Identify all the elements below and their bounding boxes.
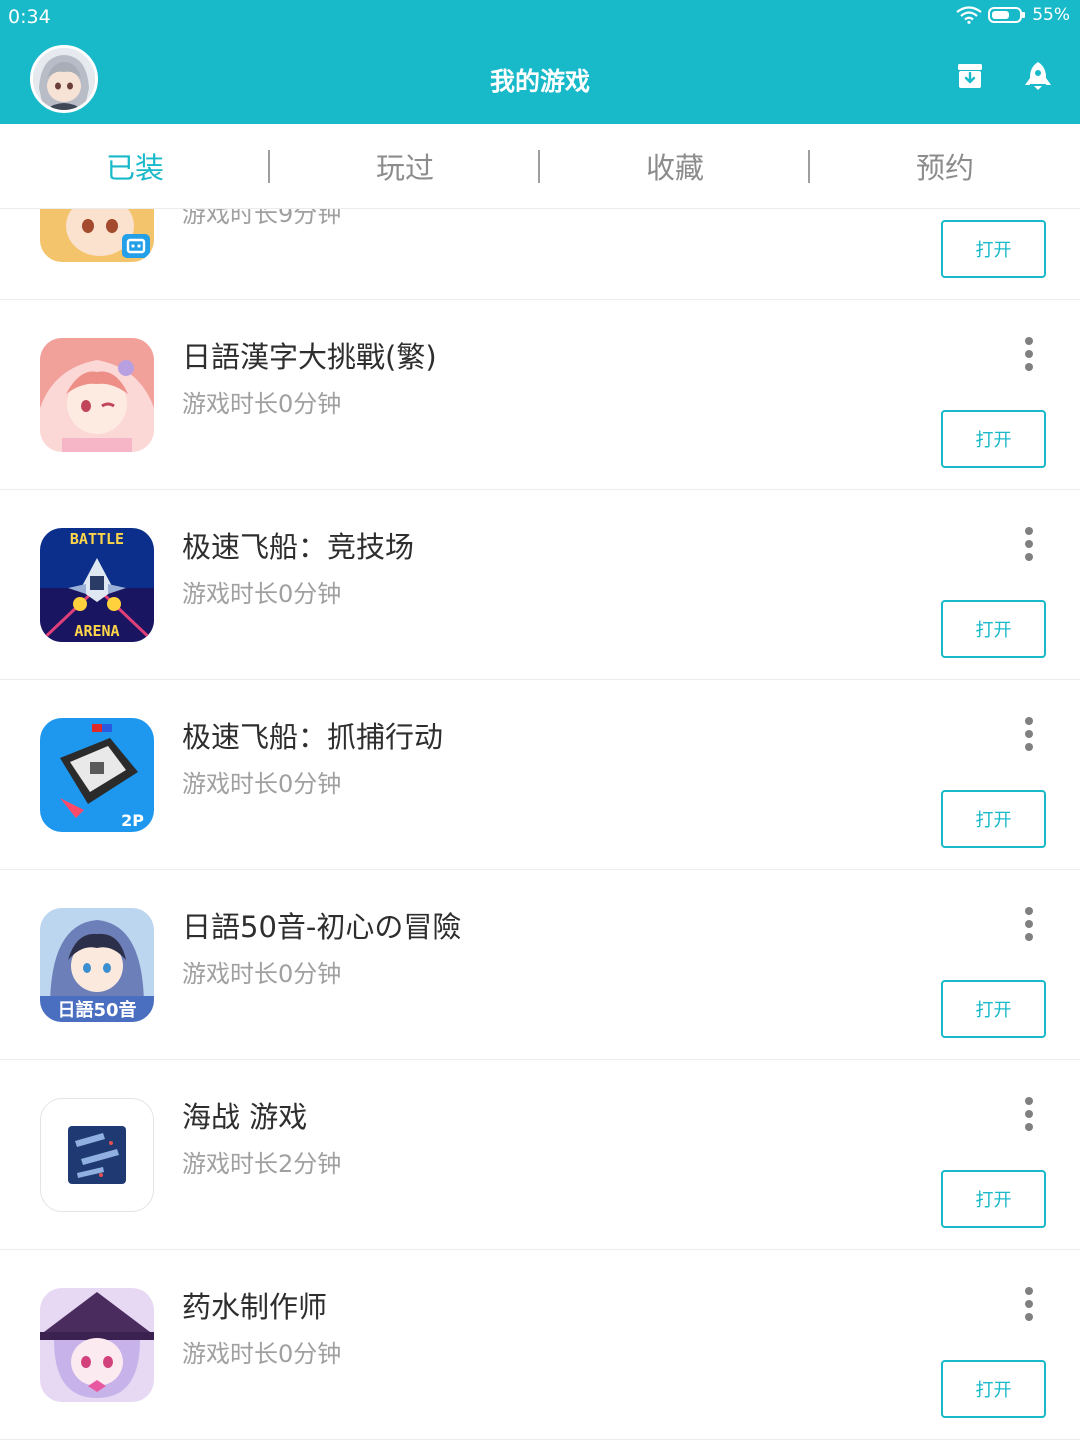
game-playtime: 游戏时长0分钟 [182, 960, 342, 988]
battery-icon [988, 6, 1026, 24]
game-icon-potion-witch [40, 1288, 154, 1402]
open-button[interactable]: 打开 [941, 1360, 1046, 1418]
game-name: 日語50音-初心の冒險 [182, 910, 462, 944]
tab-reserved[interactable]: 预约 [810, 124, 1080, 208]
game-playtime: 游戏时长2分钟 [182, 1150, 342, 1178]
battle-label: BATTLE [70, 530, 124, 548]
game-playtime: 游戏时长0分钟 [182, 580, 342, 608]
game-row[interactable]: 2P 极速飞船：抓捕行动 游戏时长0分钟 打开 [0, 680, 1080, 870]
open-button[interactable]: 打开 [941, 1170, 1046, 1228]
game-playtime: 游戏时长0分钟 [182, 770, 342, 798]
tab-divider [268, 150, 270, 183]
tab-installed[interactable]: 已装 [0, 124, 270, 208]
open-button[interactable]: 打开 [941, 220, 1046, 278]
more-vertical-icon[interactable] [1014, 714, 1044, 754]
game-icon-jp50-girl: 日語50音 [40, 908, 154, 1022]
tab-favorites[interactable]: 收藏 [540, 124, 810, 208]
tab-divider [538, 150, 540, 183]
open-button[interactable]: 打开 [941, 980, 1046, 1038]
game-row[interactable]: 海战 游戏 游戏时长2分钟 打开 [0, 1060, 1080, 1250]
status-right: 55% [956, 5, 1070, 25]
game-row[interactable]: 药水制作师 游戏时长0分钟 打开 [0, 1250, 1080, 1440]
game-name: 极速飞船：竞技场 [182, 530, 415, 564]
game-name: 极速飞船：抓捕行动 [182, 720, 444, 754]
game-row[interactable]: 游戏时长9分钟 打开 [0, 209, 1080, 300]
download-box-icon [956, 62, 984, 94]
download-button[interactable] [952, 60, 988, 96]
game-playtime: 游戏时长0分钟 [182, 390, 342, 418]
game-playtime: 游戏时长9分钟 [182, 209, 342, 228]
status-time: 0:34 [8, 6, 51, 28]
game-icon-battle-arena: BATTLE ARENA [40, 528, 154, 642]
game-icon-naval-battle [40, 1098, 154, 1212]
game-row[interactable]: BATTLE ARENA 极速飞船：竞技场 游戏时长0分钟 打开 [0, 490, 1080, 680]
open-button[interactable]: 打开 [941, 790, 1046, 848]
game-row[interactable]: 日語50音 日語50音-初心の冒險 游戏时长0分钟 打开 [0, 870, 1080, 1060]
more-vertical-icon[interactable] [1014, 334, 1044, 374]
rocket-icon [1024, 61, 1052, 95]
game-row[interactable]: 日語漢字大挑戰(繁) 游戏时长0分钟 打开 [0, 300, 1080, 490]
tab-divider [808, 150, 810, 183]
game-name: 海战 游戏 [182, 1100, 308, 1134]
game-name: 药水制作师 [182, 1290, 328, 1324]
page-title: 我的游戏 [489, 67, 590, 96]
tab-bar: 已装 玩过 收藏 预约 [0, 124, 1080, 209]
open-button[interactable]: 打开 [941, 410, 1046, 468]
game-list: 游戏时长9分钟 打开 日語漢字大挑戰(繁) 游戏时长0分钟 打开 BATTLE … [0, 209, 1080, 1440]
tag-2p: 2P [121, 811, 144, 830]
game-icon-kanji-girl [40, 338, 154, 452]
more-vertical-icon[interactable] [1014, 1094, 1044, 1134]
jp50-label: 日語50音 [57, 999, 136, 1021]
game-icon-anime-girl [40, 209, 154, 262]
app-header: 0:34 55% 我的游戏 [0, 0, 1080, 124]
app-root: 0:34 55% 我的游戏 已装 玩过 收藏 预约 游戏时长9分钟 打开 日語漢… [0, 0, 1080, 1440]
open-button[interactable]: 打开 [941, 600, 1046, 658]
rocket-button[interactable] [1020, 60, 1056, 96]
more-vertical-icon[interactable] [1014, 524, 1044, 564]
battery-percent: 55% [1032, 5, 1070, 25]
wifi-icon [956, 6, 982, 24]
game-icon-police-ship: 2P [40, 718, 154, 832]
arena-label: ARENA [74, 622, 119, 640]
more-vertical-icon[interactable] [1014, 904, 1044, 944]
game-name: 日語漢字大挑戰(繁) [182, 340, 437, 374]
more-vertical-icon[interactable] [1014, 1284, 1044, 1324]
tab-played[interactable]: 玩过 [270, 124, 540, 208]
game-playtime: 游戏时长0分钟 [182, 1340, 342, 1368]
